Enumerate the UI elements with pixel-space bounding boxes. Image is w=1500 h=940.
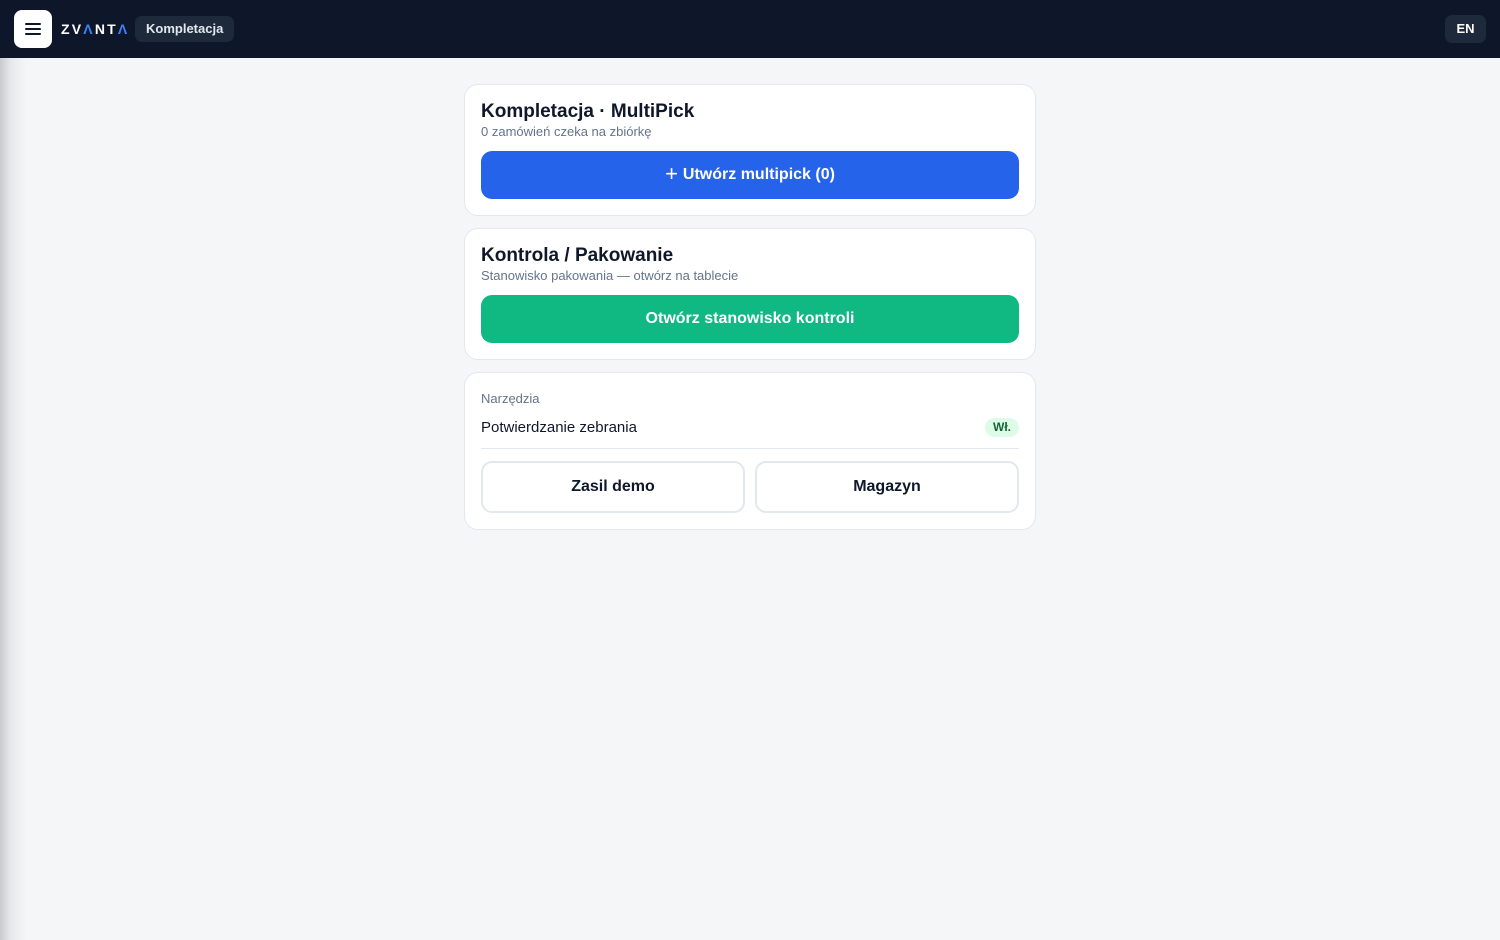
multipick-subtitle: 0 zamówień czeka na zbiórkę [481,124,652,139]
tools-card: Narzędzia Potwierdzanie zebrania Wł. Zas… [464,372,1036,530]
pick-confirmation-label: Potwierdzanie zebrania [481,419,637,436]
logo-accent-part: Λ [83,21,95,37]
hamburger-menu-icon [25,23,41,35]
warehouse-button[interactable]: Magazyn [755,461,1019,513]
drawer-edge-shadow [0,58,26,940]
control-title: Kontrola / Pakowanie [481,245,674,266]
pick-confirmation-toggle[interactable]: Wł. [985,418,1019,437]
brand-logo[interactable]: ZVΛNTΛ [61,20,129,38]
logo-text-part: NT [94,21,118,37]
multipick-title: Kompletacja · MultiPick [481,101,695,122]
multipick-card: Kompletacja · MultiPick 0 zamówień czeka… [464,84,1036,216]
logo-accent-part: Λ [117,21,130,37]
create-multipick-button[interactable]: + Utwórz multipick (0) [481,151,1019,199]
tools-label: Narzędzia [481,391,540,406]
module-badge: Kompletacja [135,16,235,42]
top-bar: ZVΛNTΛ Kompletacja EN [0,0,1500,58]
create-multipick-label: Utwórz multipick (0) [682,166,835,183]
seed-demo-button[interactable]: Zasil demo [481,461,745,513]
language-switch-button[interactable]: EN [1445,15,1486,43]
menu-button[interactable] [14,10,52,48]
control-packing-card: Kontrola / Pakowanie Stanowisko pakowani… [464,228,1036,360]
control-subtitle: Stanowisko pakowania — otwórz na tableci… [481,268,739,283]
logo-text-part: ZV [61,21,84,37]
pick-confirmation-row: Potwierdzanie zebrania Wł. [481,416,1019,449]
open-control-station-button[interactable]: Otwórz stanowisko kontroli [481,295,1019,343]
plus-icon: + [665,161,678,186]
